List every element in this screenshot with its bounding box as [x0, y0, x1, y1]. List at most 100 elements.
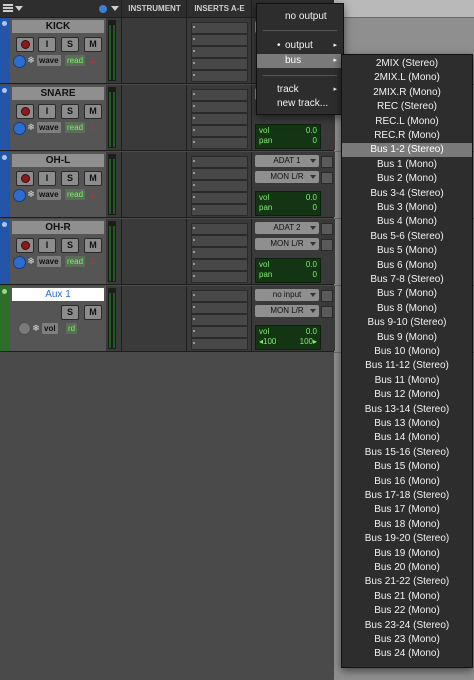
output-selector[interactable]: MON L/R [255, 238, 319, 250]
io-fader[interactable] [321, 172, 333, 184]
volume-value[interactable]: 0.0 [306, 327, 317, 336]
track-color-bar[interactable] [0, 152, 10, 217]
track-select-icon[interactable] [2, 155, 7, 160]
bus-menu-item[interactable]: Bus 12 (Mono) [342, 388, 472, 402]
bus-menu-item[interactable]: Bus 9-10 (Stereo) [342, 316, 472, 330]
insert-slot[interactable] [191, 168, 248, 180]
insert-slot[interactable] [191, 259, 248, 271]
snowflake-icon[interactable]: ❄ [26, 189, 36, 200]
track-view-selector[interactable]: vol [42, 323, 58, 334]
track-name[interactable]: OH-L [12, 154, 104, 167]
insert-slot[interactable] [191, 192, 248, 204]
track-view-selector[interactable]: wave [37, 256, 61, 267]
pan-left-value[interactable]: ◂100 [259, 337, 276, 346]
insert-slot[interactable] [191, 58, 248, 70]
menu-item-new-track[interactable]: new track... [257, 97, 343, 111]
bus-menu-item[interactable]: Bus 1-2 (Stereo) [342, 143, 472, 158]
bus-menu-item[interactable]: Bus 23-24 (Stereo) [342, 619, 472, 633]
automation-mode-selector[interactable]: read [65, 122, 86, 133]
track-view-selector[interactable]: wave [37, 122, 61, 133]
voice-icon[interactable] [18, 322, 31, 335]
timebase-icon[interactable]: ⊥ [89, 189, 97, 200]
insert-slot[interactable] [191, 302, 248, 314]
bus-menu-item[interactable]: Bus 9 (Mono) [342, 331, 472, 345]
insert-slot[interactable] [191, 235, 248, 247]
record-enable-button[interactable] [16, 104, 34, 119]
solo-button[interactable]: S [61, 104, 79, 119]
snowflake-icon[interactable]: ❄ [31, 323, 41, 334]
timebase-icon[interactable]: ⊥ [89, 55, 97, 66]
insert-slot[interactable] [191, 247, 248, 259]
input-monitor-button[interactable]: I [38, 171, 56, 186]
track-view-selector[interactable]: wave [37, 189, 61, 200]
bus-menu-item[interactable]: REC.L (Mono) [342, 115, 472, 129]
track-select-icon[interactable] [2, 88, 7, 93]
io-fader[interactable] [321, 223, 333, 235]
bus-menu-item[interactable]: Bus 17-18 (Stereo) [342, 489, 472, 503]
track-color-bar[interactable] [0, 286, 10, 351]
volume-value[interactable]: 0.0 [306, 126, 317, 135]
track-select-icon[interactable] [2, 222, 7, 227]
bus-menu-item[interactable]: Bus 19-20 (Stereo) [342, 532, 472, 546]
volume-pan-readout[interactable]: vol 0.0 ◂100 100▸ [255, 325, 321, 350]
bus-menu-item[interactable]: Bus 14 (Mono) [342, 431, 472, 445]
chevron-down-icon[interactable] [111, 6, 119, 11]
volume-pan-readout[interactable]: vol 0.0 pan 0 [255, 258, 321, 283]
io-fader[interactable] [321, 306, 333, 318]
bus-menu-item[interactable]: Bus 4 (Mono) [342, 215, 472, 229]
io-fader[interactable] [321, 156, 333, 168]
bus-menu-item[interactable]: Bus 5-6 (Stereo) [342, 230, 472, 244]
snowflake-icon[interactable]: ❄ [26, 122, 36, 133]
track-view-selector[interactable]: wave [37, 55, 61, 66]
track-name[interactable]: OH-R [12, 221, 104, 234]
insert-slot[interactable] [191, 34, 248, 46]
bus-menu-item[interactable]: Bus 15 (Mono) [342, 460, 472, 474]
bus-menu-item[interactable]: Bus 22 (Mono) [342, 604, 472, 618]
insert-slot[interactable] [191, 326, 248, 338]
chevron-down-icon[interactable] [15, 6, 23, 11]
track-color-bar[interactable] [0, 18, 10, 83]
mute-button[interactable]: M [84, 37, 102, 52]
input-monitor-button[interactable]: I [38, 104, 56, 119]
volume-value[interactable]: 0.0 [306, 193, 317, 202]
insert-slot[interactable] [191, 180, 248, 192]
bus-menu-item[interactable]: 2MIX.R (Mono) [342, 86, 472, 100]
track-color-bar[interactable] [0, 85, 10, 150]
menu-item-bus[interactable]: bus ▸ [257, 54, 343, 68]
bus-menu-item[interactable]: Bus 3-4 (Stereo) [342, 187, 472, 201]
bus-menu-item[interactable]: Bus 13-14 (Stereo) [342, 403, 472, 417]
solo-button[interactable]: S [61, 305, 79, 320]
insert-slot[interactable] [191, 70, 248, 82]
bus-menu-item[interactable]: Bus 5 (Mono) [342, 244, 472, 258]
track-name[interactable]: KICK [12, 20, 104, 33]
bus-menu-item[interactable]: Bus 23 (Mono) [342, 633, 472, 647]
input-selector[interactable]: ADAT 2 [255, 222, 319, 234]
output-selector[interactable]: MON L/R [255, 171, 319, 183]
bus-menu-item[interactable]: Bus 21 (Mono) [342, 590, 472, 604]
solo-button[interactable]: S [61, 238, 79, 253]
instrument-slot[interactable] [121, 219, 186, 284]
bus-menu-item[interactable]: Bus 10 (Mono) [342, 345, 472, 359]
snowflake-icon[interactable]: ❄ [26, 55, 36, 66]
track-color-bar[interactable] [0, 219, 10, 284]
snowflake-icon[interactable]: ❄ [26, 256, 36, 267]
insert-slot[interactable] [191, 113, 248, 125]
solo-button[interactable]: S [61, 171, 79, 186]
volume-pan-readout[interactable]: vol 0.0 pan 0 [255, 124, 321, 149]
bus-menu-item[interactable]: Bus 18 (Mono) [342, 518, 472, 532]
timebase-icon[interactable]: ⊥ [89, 256, 97, 267]
volume-value[interactable]: 0.0 [306, 260, 317, 269]
instrument-slot[interactable] [121, 152, 186, 217]
mute-button[interactable]: M [84, 238, 102, 253]
bus-menu-item[interactable]: 2MIX.L (Mono) [342, 71, 472, 85]
insert-slot[interactable] [191, 204, 248, 216]
bus-menu-item[interactable]: Bus 8 (Mono) [342, 302, 472, 316]
voice-icon[interactable] [13, 189, 26, 202]
menu-item-track[interactable]: track ▸ [257, 83, 343, 97]
insert-slot[interactable] [191, 137, 248, 149]
bus-menu-item[interactable]: REC.R (Mono) [342, 129, 472, 143]
bus-menu-item[interactable]: REC (Stereo) [342, 100, 472, 114]
bus-menu-item[interactable]: Bus 19 (Mono) [342, 547, 472, 561]
record-enable-button[interactable] [16, 171, 34, 186]
insert-slot[interactable] [191, 338, 248, 350]
